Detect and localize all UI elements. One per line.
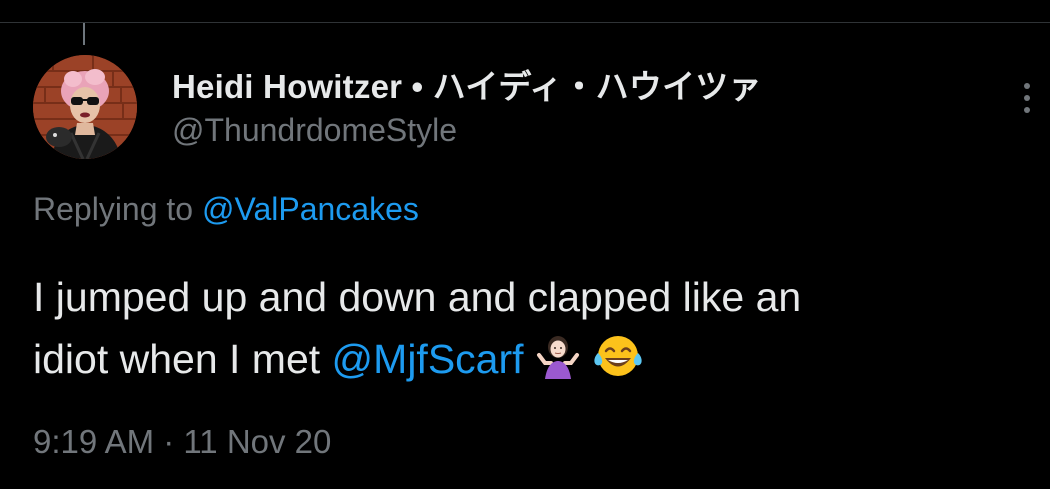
top-divider: [0, 22, 1050, 23]
author-name-row: Heidi Howitzer • ハイディ・ハウイツァ: [172, 60, 762, 108]
replying-to-line: Replying to @ValPancakes: [33, 191, 419, 228]
person-shrugging-emoji: [535, 333, 581, 396]
more-vertical-icon-dot: [1024, 95, 1030, 101]
more-vertical-icon: [1024, 83, 1030, 89]
tweet-text-line-1: I jumped up and down and clapped like an: [33, 274, 802, 320]
author-handle[interactable]: @ThundrdomeStyle: [172, 112, 457, 149]
author-display-name[interactable]: Heidi Howitzer • ハイディ・ハウイツァ: [172, 60, 762, 108]
reply-mention-link[interactable]: @ValPancakes: [202, 191, 419, 227]
tweet-body: I jumped up and down and clapped like an…: [33, 266, 1033, 396]
avatar[interactable]: [33, 55, 137, 159]
more-options-button[interactable]: [1010, 78, 1044, 118]
thread-connector-line: [83, 23, 85, 45]
face-with-tears-of-joy-emoji: [592, 333, 644, 396]
tweet-text-line-2: idiot when I met: [33, 336, 321, 382]
replying-to-label: Replying to: [33, 191, 194, 227]
more-vertical-icon-dot: [1024, 107, 1030, 113]
tweet-mention-link[interactable]: @MjfScarf: [332, 336, 524, 382]
tweet-timestamp[interactable]: 9:19 AM · 11 Nov 20: [33, 423, 331, 461]
